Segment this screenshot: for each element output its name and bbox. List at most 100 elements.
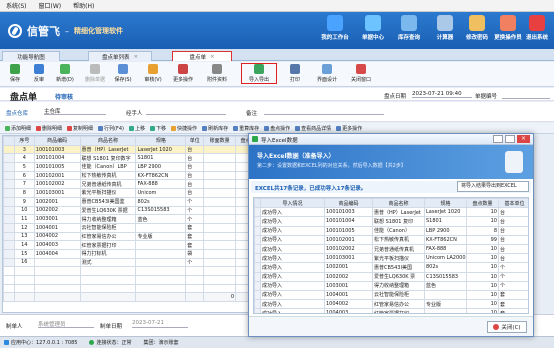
table-cell[interactable]: 100101003 (33, 144, 81, 155)
table-row[interactable]: 11 1003001 得力收纳整理箱 蓝色个 (3, 214, 266, 224)
recalc-stock-button[interactable]: 重算库存 (233, 125, 259, 132)
table-cell[interactable]: 得力打标机 (79, 248, 137, 259)
table-cell[interactable]: 100102002 (33, 179, 81, 190)
table-row[interactable]: 成功导入 100102001 松下热敏传真机 KX-FT862CN 99 台 (254, 234, 528, 245)
table-cell[interactable]: 测式 (79, 257, 137, 268)
table-cell[interactable]: S1801 (135, 153, 187, 164)
table-cell[interactable]: 成功导入 (260, 262, 325, 273)
doc-center-button[interactable]: 单据中心 (356, 15, 390, 41)
table-cell[interactable]: 个 (185, 205, 205, 216)
table-cell[interactable]: 佳能（Canon）LBP (79, 162, 137, 172)
table-cell[interactable] (135, 257, 187, 268)
table-cell[interactable]: 802s (135, 196, 187, 207)
col-header-spec[interactable]: 规格 (424, 198, 467, 209)
table-cell[interactable]: 1004004 (33, 248, 81, 259)
table-cell[interactable] (203, 170, 237, 181)
table-row[interactable]: 成功导入 100102002 兄弟普通纸传真机 FAX-888 10 台 (254, 243, 528, 255)
attachments-button[interactable]: 附件资料 (202, 64, 232, 83)
table-cell[interactable]: 10 (466, 289, 499, 301)
table-cell[interactable] (135, 248, 187, 259)
table-cell[interactable]: 100102001 (324, 234, 373, 245)
refresh-stock-button[interactable]: 刷新库存 (202, 125, 228, 132)
table-cell[interactable]: KX-FT862CN (424, 234, 467, 245)
table-cell[interactable]: C13S015583 (424, 271, 467, 282)
row-indicator[interactable] (3, 205, 15, 216)
table-row[interactable]: 成功导入 1004002 红管家易信办公 专业版 10 套 (254, 299, 528, 310)
table-cell[interactable]: 成功导入 (260, 253, 325, 264)
table-cell[interactable]: 红管家易信办公 (372, 299, 425, 310)
row-indicator[interactable] (3, 222, 15, 233)
row-indicator[interactable] (3, 188, 15, 198)
table-cell[interactable]: C13S015583 (135, 205, 187, 216)
table-cell[interactable] (424, 308, 467, 313)
copy-detail-button[interactable]: 复制明细 (67, 125, 93, 132)
table-row[interactable]: 3100101003惠普（HP）LaserJetLaserJet 1020台2 (3, 144, 266, 155)
table-cell[interactable]: 紫光平板扫描仪 (372, 253, 425, 264)
table-cell[interactable]: 10 (466, 299, 499, 310)
table-cell[interactable]: 台 (185, 153, 205, 164)
row-indicator[interactable] (3, 162, 15, 172)
table-cell[interactable]: 13 (13, 231, 35, 242)
table-cell[interactable]: 10 (466, 262, 499, 273)
row-indicator[interactable] (3, 248, 15, 259)
table-cell[interactable]: 云社智能保险柜 (372, 289, 425, 301)
table-cell[interactable]: 12 (13, 222, 35, 233)
store-field[interactable]: 主仓库 (44, 107, 106, 115)
table-cell[interactable]: KX-FT862CN (135, 170, 187, 181)
table-cell[interactable] (203, 257, 237, 268)
table-row[interactable]: 成功导入 100101003 惠普（HP）LaserJet LaserJet 1020… (254, 207, 528, 218)
minimize-button[interactable] (493, 135, 503, 143)
table-cell[interactable]: 1004003 (324, 308, 373, 313)
table-cell[interactable]: 1004002 (324, 299, 373, 310)
col-header-spec[interactable]: 规格 (135, 136, 187, 146)
view-product-button[interactable]: 查看商品详情 (295, 125, 331, 132)
table-cell[interactable]: 11 (13, 214, 35, 224)
table-cell[interactable]: 红管家票据打印 (79, 240, 137, 250)
handler-field[interactable] (146, 107, 226, 115)
row-indicator[interactable] (3, 153, 15, 164)
table-cell[interactable]: 台 (498, 207, 528, 218)
row-indicator[interactable] (3, 179, 15, 190)
table-cell[interactable]: 成功导入 (260, 299, 325, 310)
table-cell[interactable]: 10 (466, 216, 499, 227)
table-cell[interactable]: 个 (185, 214, 205, 224)
table-cell[interactable] (203, 196, 237, 207)
table-row[interactable]: 121004001云社智能保险柜套10 (3, 222, 266, 233)
table-cell[interactable]: 台 (498, 243, 528, 255)
table-cell[interactable]: 成功导入 (260, 243, 325, 255)
col-header-name[interactable]: 商品名称 (79, 136, 137, 146)
table-cell[interactable]: 8 (13, 188, 35, 198)
table-cell[interactable] (424, 289, 467, 301)
table-cell[interactable]: 个 (185, 196, 205, 207)
table-cell[interactable] (33, 257, 81, 268)
row-indicator[interactable] (3, 196, 15, 207)
table-row[interactable]: 成功导入 1004003 红管家票据打印 10 套 (254, 308, 528, 313)
table-cell[interactable]: 成功导入 (260, 280, 325, 291)
col-header-code[interactable]: 商品编码 (33, 136, 81, 146)
date-field[interactable]: 2023-07-21 09:40 (412, 91, 472, 98)
table-cell[interactable]: 台 (185, 170, 205, 181)
close-icon[interactable]: × (210, 54, 215, 60)
table-cell[interactable]: Unicom LA2000 (424, 253, 467, 264)
table-cell[interactable] (203, 179, 237, 190)
dialog-close-c-button[interactable]: 关闭(C) (487, 321, 527, 333)
table-cell[interactable]: 惠普CB543I美国鉴 (79, 196, 137, 207)
table-cell[interactable]: 套 (185, 231, 205, 242)
table-cell[interactable]: 1004001 (33, 222, 81, 233)
table-cell[interactable]: Unicom (135, 188, 187, 198)
menu-system[interactable]: 系统(S) (6, 1, 27, 10)
table-cell[interactable]: 台 (185, 179, 205, 190)
table-cell[interactable]: 蓝色 (424, 280, 467, 291)
table-cell[interactable]: 802s (424, 262, 467, 273)
table-cell[interactable]: 1004002 (33, 231, 81, 242)
audit-button[interactable]: 审核(V) (138, 64, 168, 83)
table-cell[interactable]: 套 (498, 299, 528, 310)
table-cell[interactable]: 专业版 (424, 299, 467, 310)
table-cell[interactable]: 台 (498, 225, 528, 236)
quick-ops-button[interactable]: 快捷操作 (171, 125, 197, 132)
table-cell[interactable] (203, 214, 237, 224)
table-cell[interactable]: 个 (498, 262, 528, 273)
col-header-count-qty[interactable]: 盘点数量 (466, 198, 499, 209)
table-row[interactable]: 101002002爱普生LQ630K 票据C13S015583个0 (3, 205, 266, 216)
table-cell[interactable]: 成功导入 (260, 271, 325, 282)
